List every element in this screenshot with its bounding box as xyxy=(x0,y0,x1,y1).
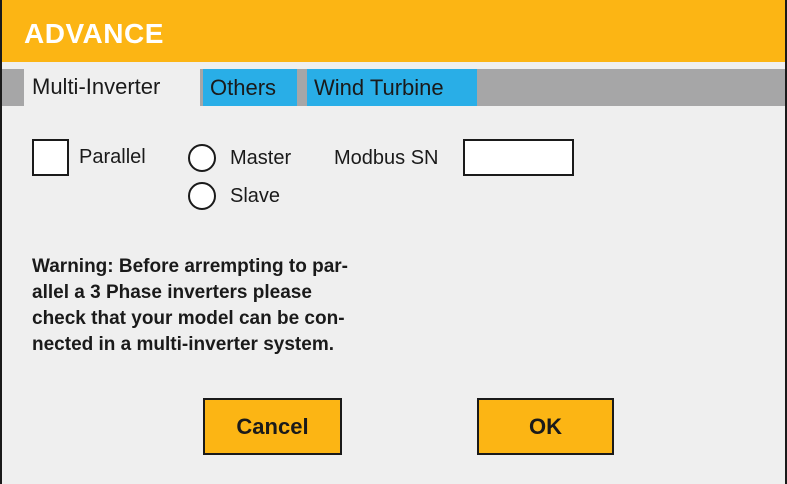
advance-dialog: ADVANCE Multi-Inverter Others Wind Turbi… xyxy=(0,0,787,484)
warning-line: allel a 3 Phase inverters please xyxy=(32,282,312,303)
master-label: Master xyxy=(230,147,292,169)
warning-line: check that your model can be con- xyxy=(32,308,345,329)
warning-line: nected in a multi-inverter system. xyxy=(32,334,334,355)
dialog-title: ADVANCE xyxy=(24,18,164,49)
warning-message: Warning: Before arrempting to par- allel… xyxy=(32,254,432,358)
master-radio[interactable] xyxy=(188,144,216,172)
tab-strip: Multi-Inverter Others Wind Turbine xyxy=(2,62,785,106)
ok-button[interactable]: OK xyxy=(477,398,614,455)
slave-radio[interactable] xyxy=(188,182,216,210)
modbus-sn-label: Modbus SN xyxy=(334,147,439,169)
tab-wind-turbine[interactable]: Wind Turbine xyxy=(307,69,477,106)
title-bar: ADVANCE xyxy=(2,0,785,62)
tab-others[interactable]: Others xyxy=(203,69,297,106)
parallel-label: Parallel xyxy=(79,146,146,168)
modbus-sn-input[interactable] xyxy=(463,139,574,176)
warning-line: Warning: Before arrempting to par- xyxy=(32,256,348,277)
cancel-button[interactable]: Cancel xyxy=(203,398,342,455)
slave-label: Slave xyxy=(230,185,281,207)
tab-multi-inverter[interactable]: Multi-Inverter xyxy=(24,67,200,106)
parallel-checkbox[interactable] xyxy=(32,139,69,176)
